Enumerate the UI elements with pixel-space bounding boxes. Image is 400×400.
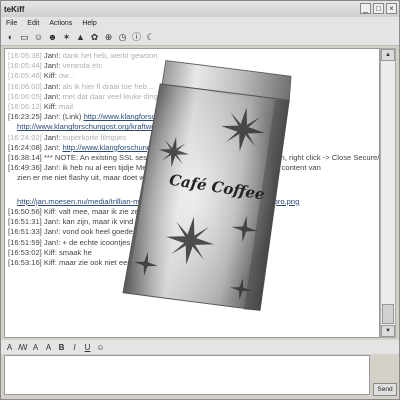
chat-nick: Jan!: [43, 227, 63, 237]
users-icon[interactable]: ☺ [33, 32, 44, 43]
user-add-icon[interactable]: ☻ [47, 32, 58, 43]
title-bar: teKiff _ □ × [1, 1, 399, 17]
chat-timestamp: [16:24:02] [8, 132, 44, 142]
chat-line: [16:24:02] Jan!: superkorte filmpjes [8, 133, 126, 142]
menu-actions[interactable]: Actions [49, 20, 72, 27]
chat-timestamp: [16:06:00] [8, 81, 44, 91]
chat-line: [16:53:02] Kiff: smaak he [8, 248, 92, 257]
app-window: teKiff _ □ × File Edit Actions Help ◐ ▭ … [0, 0, 400, 400]
maximize-button[interactable]: □ [373, 3, 384, 14]
chat-timestamp: [16:06:05] [8, 91, 44, 101]
chat-nick: Jan!: [43, 51, 63, 60]
chat-timestamp: [16:51:59] [8, 237, 44, 247]
close-button[interactable]: × [386, 3, 397, 14]
minimize-button[interactable]: _ [360, 3, 371, 14]
star-icon[interactable]: ✶ [61, 32, 72, 43]
chat-message: superkorte filmpjes [62, 132, 127, 142]
chat-message: mail [58, 102, 73, 111]
chat-timestamp: [16:24:08] [8, 142, 44, 152]
chat-nick: *** [43, 153, 55, 162]
history-icon[interactable]: ⊕ [103, 32, 114, 43]
menu-file[interactable]: File [6, 20, 17, 27]
chat-timestamp: [16:38:14] [8, 153, 44, 162]
chat-message: smaak he [58, 247, 92, 257]
bold-icon[interactable]: B [57, 343, 66, 352]
chat-nick: Jan!: [43, 132, 63, 142]
chat-timestamp: [16:51:33] [8, 227, 44, 237]
connect-icon[interactable]: ◐ [5, 32, 16, 43]
chat-timestamp: [16:23:25] [8, 112, 44, 122]
chat-line: [16:05:44] Jan!: veranda etc [8, 61, 102, 70]
chat-nick: Jan!: [43, 237, 63, 247]
moon-icon[interactable]: ☾ [145, 32, 156, 43]
scroll-up-icon[interactable]: ▲ [381, 49, 395, 61]
info-icon[interactable]: ⓘ [131, 32, 142, 43]
chat-message: ow... [58, 71, 75, 81]
chat-message: + de echte icoontjes [62, 237, 131, 247]
toolbar: ◐ ▭ ☺ ☻ ✶ ▲ ✿ ⊕ ◷ ⓘ ☾ [1, 30, 399, 46]
chat-nick: Jan!: [43, 91, 63, 101]
chat-line: [16:06:05] Jan!: met dat daar veel leuke… [8, 92, 166, 101]
text-size-icon[interactable]: A [44, 343, 53, 352]
font-icon[interactable]: ꟿ [18, 343, 28, 352]
chat-timestamp: [16:53:02] [8, 247, 44, 257]
window-title: teKiff [4, 4, 25, 14]
folder-icon[interactable]: ▭ [19, 32, 30, 43]
menu-bar: File Edit Actions Help [1, 17, 399, 30]
chat-timestamp: [16:50:56] [8, 207, 44, 217]
chat-line: [16:06:00] Jan!: als ik hier fl draai to… [8, 82, 153, 91]
chat-nick: Kiff: [43, 258, 59, 268]
italic-icon[interactable]: I [70, 343, 79, 352]
format-toolbar: A ꟿ A A B I U ☺ [1, 340, 399, 354]
text-size-icon[interactable]: A [31, 343, 40, 352]
chat-message: veranda etc [62, 61, 103, 71]
chat-line: [16:05:46] Kiff: ow... [8, 71, 75, 80]
chat-line: [16:06:12] Kiff: mail [8, 102, 73, 111]
chat-nick: Jan!: [43, 81, 63, 91]
chat-message: dank het heb, werkt gewoon [62, 51, 158, 60]
send-button[interactable]: Send [373, 383, 397, 396]
chat-scrollbar[interactable]: ▲ ▼ [380, 48, 396, 338]
chat-timestamp: [16:05:46] [8, 71, 44, 81]
scroll-thumb[interactable] [382, 304, 394, 324]
chat-line: [16:05:38] Jan!: dank het heb, werkt gew… [8, 51, 157, 60]
chat-nick: Jan!: [43, 217, 63, 227]
scroll-down-icon[interactable]: ▼ [381, 325, 395, 337]
emoticon-icon[interactable]: ☺ [96, 343, 105, 352]
font-color-icon[interactable]: A [5, 343, 14, 352]
chat-nick: Jan!: (Link) [43, 112, 84, 122]
chat-nick: Jan!: [43, 142, 63, 152]
chat-timestamp: [16:51:31] [8, 217, 44, 227]
chat-message: als ik hier fl draai toe heb... [62, 81, 154, 91]
clock-icon[interactable]: ◷ [117, 32, 128, 43]
message-input[interactable] [4, 355, 370, 395]
chat-nick: Jan!: [43, 163, 63, 173]
chat-timestamp: [16:49:36] [8, 163, 44, 173]
chat-timestamp: [16:06:12] [8, 102, 44, 111]
chat-nick: Kiff: [43, 71, 59, 81]
chat-nick: Kiff: [43, 102, 59, 111]
chat-nick: Kiff: [43, 207, 59, 217]
underline-icon[interactable]: U [83, 343, 92, 352]
settings-icon[interactable]: ✿ [89, 32, 100, 43]
menu-edit[interactable]: Edit [27, 20, 39, 27]
menu-help[interactable]: Help [82, 20, 96, 27]
chat-nick: Jan!: [43, 61, 63, 71]
chat-nick: Kiff: [43, 247, 59, 257]
chat-line: [16:51:59] Jan!: + de echte icoontjes [8, 238, 130, 247]
chat-timestamp: [16:05:44] [8, 61, 44, 71]
chat-timestamp: [16:53:16] [8, 258, 44, 268]
chat-timestamp: [16:05:38] [8, 51, 44, 60]
alert-icon[interactable]: ▲ [75, 32, 86, 43]
